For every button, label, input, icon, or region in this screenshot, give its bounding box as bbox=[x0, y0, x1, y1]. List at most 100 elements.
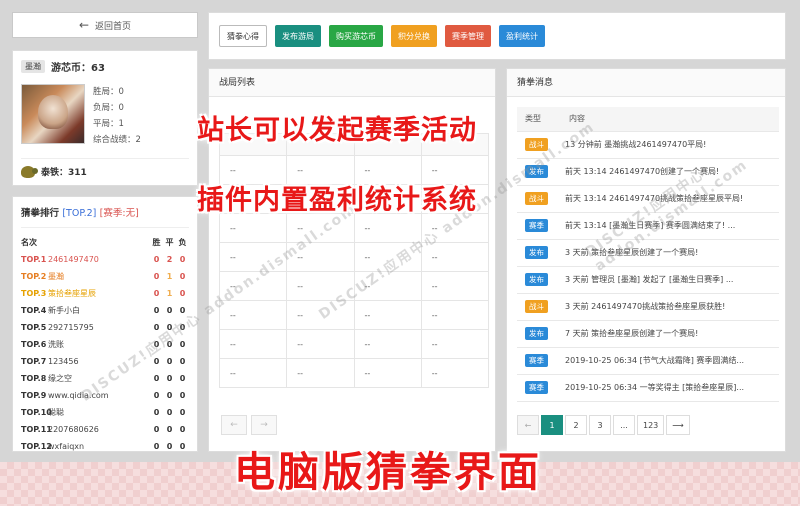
battle-cell: -- bbox=[286, 358, 355, 388]
ranking-header-draw: 平 bbox=[165, 238, 174, 247]
points-exchange-button[interactable]: 积分兑换 bbox=[391, 25, 437, 47]
ranking-row: TOP.3 策拾叁座星辰 0 1 0 bbox=[21, 285, 189, 302]
ranking-draws: 2 bbox=[166, 255, 173, 264]
pager-page-button[interactable]: 2 bbox=[565, 415, 587, 435]
back-home-button[interactable]: ← 返回首页 bbox=[12, 12, 198, 38]
ranking-draws: 0 bbox=[166, 408, 173, 417]
message-text[interactable]: 3 天前 2461497470挑战策拾叁座星辰获胜! bbox=[561, 293, 779, 321]
ranking-row: TOP.2 墨瀚 0 1 0 bbox=[21, 268, 189, 285]
ranking-pos: TOP.10 bbox=[21, 408, 52, 417]
ranking-pos: TOP.7 bbox=[21, 357, 47, 366]
ranking-row: TOP.1 2461497470 0 2 0 bbox=[21, 251, 189, 268]
promo-overlay-title: 电脑版猜拳界面 bbox=[234, 448, 542, 496]
ranking-row: TOP.11 2207680626 0 0 0 bbox=[21, 421, 189, 438]
ranking-losses: 0 bbox=[179, 408, 186, 417]
messages-pager: ← 1 2 3... 123 ⟶ bbox=[517, 415, 690, 435]
ranking-pos: TOP.2 bbox=[21, 272, 47, 281]
ranking-pos: TOP.9 bbox=[21, 391, 47, 400]
avatar bbox=[21, 84, 85, 144]
message-type-badge: 发布 bbox=[525, 246, 548, 259]
battle-cell: -- bbox=[420, 271, 490, 301]
copper-label: 泰铁：311 bbox=[41, 168, 87, 178]
ranking-user-link[interactable]: 策拾叁座星辰 bbox=[48, 288, 150, 299]
battle-cell: -- bbox=[420, 358, 490, 388]
battle-cell: -- bbox=[218, 358, 288, 388]
ranking-user-link[interactable]: 2461497470 bbox=[48, 255, 150, 264]
battle-row: -- -- -- -- bbox=[218, 329, 490, 359]
promo-overlay-line1: 站长可以发起赛季活动 bbox=[197, 115, 477, 146]
pager-page-button[interactable]: 123 bbox=[637, 415, 665, 435]
battle-cell: -- bbox=[218, 329, 288, 359]
message-row: 战斗 3 天前 2461497470挑战策拾叁座星辰获胜! bbox=[517, 293, 779, 321]
ranking-draws: 0 bbox=[166, 442, 173, 451]
ranking-wins: 0 bbox=[153, 272, 160, 281]
ranking-header: 名次 胜 平 负 bbox=[21, 234, 189, 251]
message-row: 赛季 2019-10-25 06:34 一等奖得主 [策拾叁座星辰]... bbox=[517, 374, 779, 402]
battle-next-button[interactable]: → bbox=[251, 415, 277, 435]
ranking-draws: 1 bbox=[166, 272, 173, 281]
promo-overlay-line2: 插件内置盈利统计系统 bbox=[197, 185, 477, 216]
publish-game-button[interactable]: 发布游局 bbox=[275, 25, 321, 47]
stat-wins: 胜局：0 bbox=[93, 87, 124, 97]
battle-cell: -- bbox=[353, 358, 422, 388]
profile-panel: 墨瀚 游芯币：63 胜局：0 负局：0 平局：1 综合战绩：2 泰铁：311 bbox=[12, 50, 198, 186]
profile-header: 墨瀚 游芯币：63 bbox=[21, 59, 189, 74]
ranking-wins: 0 bbox=[153, 391, 160, 400]
ranking-draws: 0 bbox=[166, 391, 173, 400]
ranking-wins: 0 bbox=[153, 255, 160, 264]
pager-prev-button[interactable]: ← bbox=[517, 415, 539, 435]
ranking-row: TOP.4 新手小白 0 0 0 bbox=[21, 302, 189, 319]
battle-list-title: 战局列表 bbox=[209, 69, 495, 97]
ranking-header-win: 胜 bbox=[152, 238, 161, 247]
username-tag: 墨瀚 bbox=[21, 60, 45, 73]
pager-page-button[interactable]: 1 bbox=[541, 415, 563, 435]
buy-coins-button[interactable]: 购买游芯币 bbox=[329, 25, 383, 47]
ranking-pos: TOP.12 bbox=[21, 442, 52, 451]
battle-cell: -- bbox=[420, 300, 490, 330]
ranking-season-tag[interactable]: [赛季:无] bbox=[100, 208, 139, 219]
col-type-header: 类型 bbox=[517, 107, 561, 132]
ranking-user-link[interactable]: 2207680626 bbox=[48, 425, 150, 434]
tips-button[interactable]: 猜拳心得 bbox=[219, 25, 267, 47]
ranking-draws: 0 bbox=[166, 374, 173, 383]
message-type-badge: 发布 bbox=[525, 327, 548, 340]
message-text[interactable]: 3 天前 管理员 [墨瀚] 发起了 [墨瀚生日赛季] ... bbox=[561, 266, 779, 294]
ranking-user-link[interactable]: wxfaiqxn bbox=[48, 442, 150, 451]
season-manage-button[interactable]: 赛季管理 bbox=[445, 25, 491, 47]
ranking-pos: TOP.8 bbox=[21, 374, 47, 383]
ranking-wins: 0 bbox=[153, 306, 160, 315]
copper-icon bbox=[21, 165, 38, 178]
battle-prev-button[interactable]: ← bbox=[221, 415, 247, 435]
ranking-draws: 0 bbox=[166, 357, 173, 366]
message-row: 发布 3 天前 策拾叁座星辰创建了一个赛局! bbox=[517, 239, 779, 267]
stat-overall: 综合战绩：2 bbox=[93, 135, 141, 145]
ranking-row: TOP.7 123456 0 0 0 bbox=[21, 353, 189, 370]
ranking-losses: 0 bbox=[179, 357, 186, 366]
ranking-row: TOP.10 聪聪 0 0 0 bbox=[21, 404, 189, 421]
profit-stats-button[interactable]: 盈利统计 bbox=[499, 25, 545, 47]
ranking-top-tag[interactable]: [TOP.2] bbox=[62, 208, 96, 219]
pager-page-button[interactable]: 3 bbox=[589, 415, 611, 435]
pager-next-button[interactable]: ⟶ bbox=[666, 415, 690, 435]
ranking-user-link[interactable]: 新手小白 bbox=[48, 305, 150, 316]
message-type-badge: 赛季 bbox=[525, 381, 548, 394]
ranking-pos: TOP.6 bbox=[21, 340, 47, 349]
message-text[interactable]: 2019-10-25 06:34 一等奖得主 [策拾叁座星辰]... bbox=[561, 374, 779, 402]
message-text[interactable]: 7 天前 策拾叁座星辰创建了一个赛局! bbox=[561, 320, 779, 348]
ranking-wins: 0 bbox=[153, 425, 160, 434]
ranking-pos: TOP.11 bbox=[21, 425, 52, 434]
ranking-title-text: 猜拳排行 bbox=[21, 208, 60, 219]
ranking-user-link[interactable]: 聪聪 bbox=[48, 407, 150, 418]
back-home-label: 返回首页 bbox=[95, 21, 132, 32]
stat-draws: 平局：1 bbox=[93, 119, 124, 129]
message-text[interactable]: 2019-10-25 06:34 [节气大战霜降] 赛季圆满结... bbox=[561, 347, 779, 375]
battle-cell: -- bbox=[353, 329, 422, 359]
pager-page-button[interactable]: ... bbox=[613, 415, 635, 435]
ranking-user-link[interactable]: 墨瀚 bbox=[48, 271, 150, 282]
message-row: 赛季 2019-10-25 06:34 [节气大战霜降] 赛季圆满结... bbox=[517, 347, 779, 375]
ranking-user-link[interactable]: 292715795 bbox=[48, 323, 150, 332]
arrow-left-icon: ← bbox=[78, 18, 90, 32]
ranking-pos: TOP.3 bbox=[21, 289, 47, 298]
ranking-title: 猜拳排行 [TOP.2] [赛季:无] bbox=[21, 205, 189, 219]
ranking-losses: 0 bbox=[179, 272, 186, 281]
